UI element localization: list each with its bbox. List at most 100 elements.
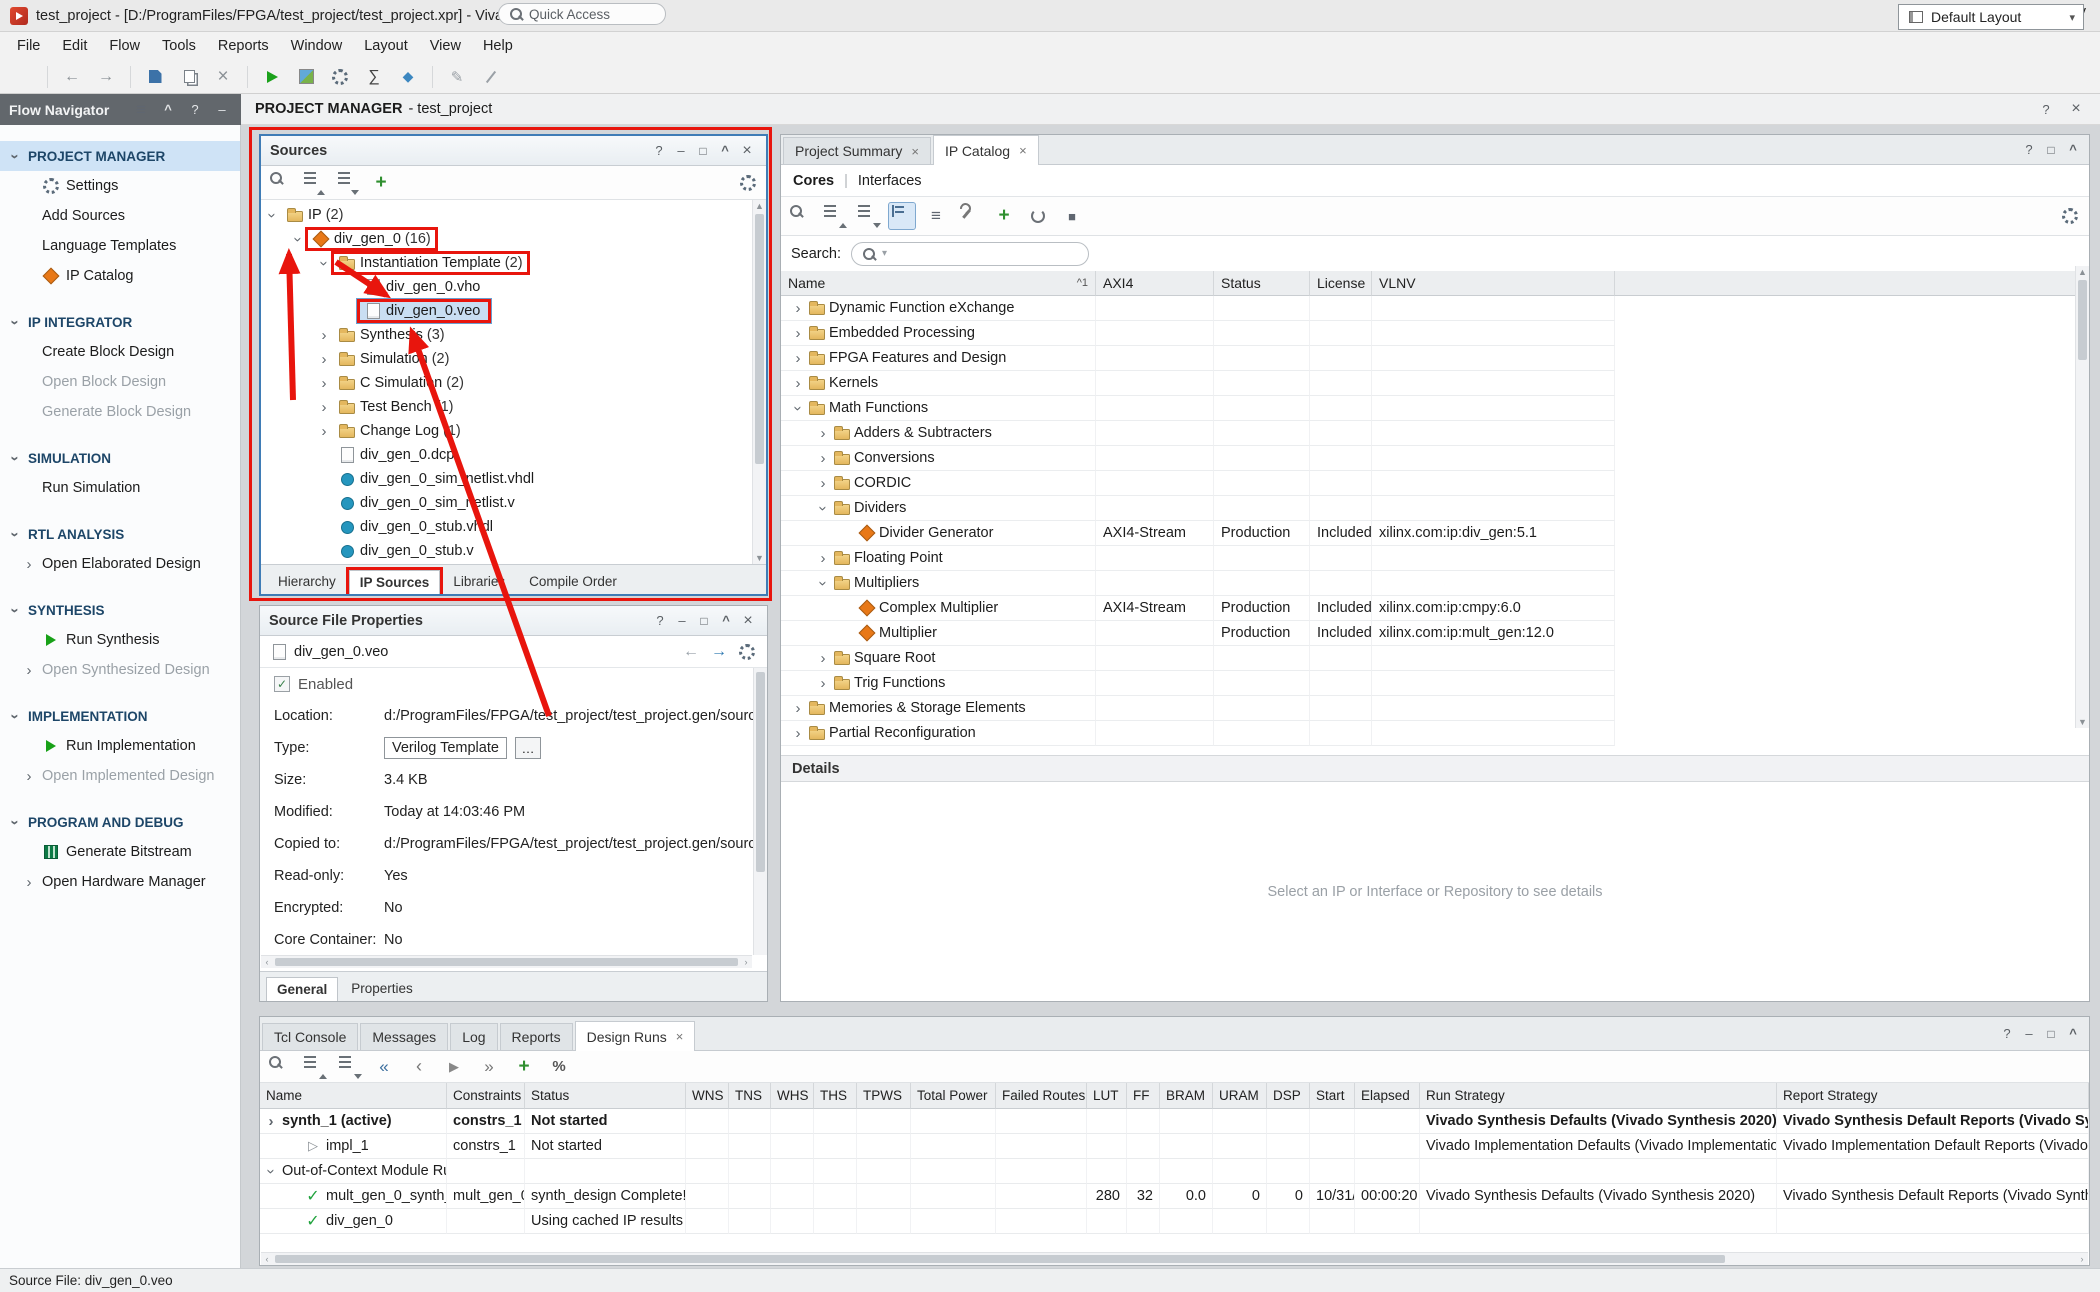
- flow-navigator-item[interactable]: SIMULATION: [0, 443, 240, 473]
- column-header[interactable]: BRAM: [1160, 1083, 1213, 1109]
- minimize-icon[interactable]: [671, 141, 691, 161]
- separator[interactable]: [432, 66, 433, 88]
- expander-icon[interactable]: [816, 475, 830, 492]
- tree-row[interactable]: div_gen_0_sim_netlist.vhdl: [261, 467, 766, 491]
- tree-row[interactable]: Instantiation Template (2): [261, 251, 766, 275]
- close-icon[interactable]: ×: [911, 144, 919, 159]
- flow-navigator-item[interactable]: Add Sources: [0, 201, 240, 231]
- table-row[interactable]: impl_1 constrs_1 Not started Vivado Impl…: [260, 1134, 2089, 1159]
- search-input[interactable]: [851, 242, 1089, 266]
- column-header-status[interactable]: Status: [1214, 271, 1310, 296]
- collapse-icon[interactable]: [158, 100, 178, 120]
- expander-icon[interactable]: [816, 450, 830, 467]
- expander-icon[interactable]: [815, 501, 832, 515]
- runs-horizontal-scrollbar[interactable]: ‹ ›: [261, 1252, 2088, 1265]
- undo-icon[interactable]: [57, 64, 87, 90]
- column-header-license[interactable]: License: [1310, 271, 1372, 296]
- refresh-icon[interactable]: [1025, 203, 1051, 229]
- catalog-row[interactable]: Complex Multiplier AXI4-Stream Productio…: [781, 596, 2089, 621]
- flow-navigator-item[interactable]: PROJECT MANAGER: [0, 141, 240, 171]
- sources-view-tab[interactable]: Hierarchy: [267, 569, 347, 594]
- menu-item[interactable]: Window: [280, 32, 354, 60]
- expander-icon[interactable]: [7, 603, 24, 617]
- table-row[interactable]: Out-of-Context Module Runs: [260, 1159, 2089, 1184]
- flow-navigator-item[interactable]: Open Synthesized Design: [0, 655, 240, 685]
- flow-navigator-item[interactable]: IP Catalog: [0, 261, 240, 291]
- menu-item[interactable]: Layout: [353, 32, 419, 60]
- close-icon[interactable]: [2066, 99, 2086, 119]
- catalog-row[interactable]: Kernels: [781, 371, 2089, 396]
- flow-navigator-item[interactable]: RTL ANALYSIS: [0, 519, 240, 549]
- redo-icon[interactable]: [91, 64, 121, 90]
- expander-icon[interactable]: [317, 327, 331, 344]
- menu-item[interactable]: Flow: [98, 32, 151, 60]
- column-header[interactable]: Run Strategy: [1420, 1083, 1777, 1109]
- catalog-row[interactable]: Embedded Processing: [781, 321, 2089, 346]
- flow-navigator-item[interactable]: Open Hardware Manager: [0, 867, 240, 897]
- minimize-icon[interactable]: [672, 611, 692, 631]
- flow-navigator-item[interactable]: Run Implementation: [0, 731, 240, 761]
- collapse-all-icon[interactable]: [301, 170, 325, 196]
- expander-icon[interactable]: [290, 232, 307, 246]
- back-icon[interactable]: [406, 1054, 432, 1080]
- expand-all-icon[interactable]: [336, 1054, 362, 1080]
- tab-interfaces[interactable]: Interfaces: [858, 173, 922, 189]
- catalog-row[interactable]: Memories & Storage Elements: [781, 696, 2089, 721]
- tree-row[interactable]: div_gen_0.dcp: [261, 443, 766, 467]
- collapse-icon[interactable]: [2063, 140, 2083, 160]
- expander-icon[interactable]: [791, 700, 805, 717]
- flow-navigator-item[interactable]: Open Implemented Design: [0, 761, 240, 791]
- tree-row[interactable]: div_gen_0.veo: [261, 299, 766, 323]
- column-header[interactable]: WHS: [771, 1083, 814, 1109]
- expander-icon[interactable]: [791, 375, 805, 392]
- expander-icon[interactable]: [816, 425, 830, 442]
- expander-icon[interactable]: [22, 556, 36, 573]
- expand-all-icon[interactable]: [335, 170, 359, 196]
- flow-navigator-item[interactable]: Language Templates: [0, 231, 240, 261]
- tree-row[interactable]: C Simulation (2): [261, 371, 766, 395]
- expander-icon[interactable]: [7, 315, 24, 329]
- layers-icon[interactable]: [393, 64, 423, 90]
- flow-navigator-item[interactable]: Settings: [0, 171, 240, 201]
- flow-navigator-item[interactable]: PROGRAM AND DEBUG: [0, 807, 240, 837]
- catalog-row[interactable]: Floating Point: [781, 546, 2089, 571]
- catalog-row[interactable]: Partial Reconfiguration: [781, 721, 2089, 746]
- run-icon[interactable]: [257, 64, 287, 90]
- collapse-all-icon[interactable]: [301, 1054, 327, 1080]
- expander-icon[interactable]: [790, 401, 807, 415]
- copy-icon[interactable]: [174, 64, 204, 90]
- float-icon[interactable]: [693, 141, 713, 161]
- collapse-icon[interactable]: [716, 611, 736, 631]
- column-header[interactable]: FF: [1127, 1083, 1160, 1109]
- flow-navigator-item[interactable]: SYNTHESIS: [0, 595, 240, 625]
- menu-item[interactable]: File: [6, 32, 51, 60]
- expander-icon[interactable]: [316, 256, 333, 270]
- help-icon[interactable]: [649, 141, 669, 161]
- expander-icon[interactable]: [22, 662, 36, 679]
- edit-icon[interactable]: [442, 64, 472, 90]
- column-header[interactable]: TNS: [729, 1083, 771, 1109]
- document-tab[interactable]: Tcl Console ×: [262, 1023, 358, 1050]
- flow-navigator-item[interactable]: IMPLEMENTATION: [0, 701, 240, 731]
- catalog-row[interactable]: Trig Functions: [781, 671, 2089, 696]
- flow-navigator-item[interactable]: Open Block Design: [0, 367, 240, 397]
- forward-icon[interactable]: [476, 1054, 502, 1080]
- catalog-row[interactable]: Adders & Subtracters: [781, 421, 2089, 446]
- steps-icon[interactable]: [291, 64, 321, 90]
- table-row[interactable]: mult_gen_0_synth_1 mult_gen_0 synth_desi…: [260, 1184, 2089, 1209]
- menu-item[interactable]: Help: [472, 32, 524, 60]
- sources-vertical-scrollbar[interactable]: ▲ ▼: [752, 200, 766, 564]
- playgray-icon[interactable]: [441, 1054, 467, 1080]
- catalog-row[interactable]: CORDIC: [781, 471, 2089, 496]
- quick-access-search[interactable]: Quick Access: [498, 3, 666, 25]
- expander-icon[interactable]: [22, 768, 36, 785]
- gear-icon[interactable]: [325, 64, 355, 90]
- flow-navigator-item[interactable]: Run Synthesis: [0, 625, 240, 655]
- expander-icon[interactable]: [264, 1113, 278, 1130]
- expander-icon[interactable]: [791, 300, 805, 317]
- expander-icon[interactable]: [7, 149, 24, 163]
- tree-row[interactable]: Synthesis (3): [261, 323, 766, 347]
- add-icon[interactable]: [511, 1054, 537, 1080]
- tree-row[interactable]: Change Log (1): [261, 419, 766, 443]
- catalog-row[interactable]: Conversions: [781, 446, 2089, 471]
